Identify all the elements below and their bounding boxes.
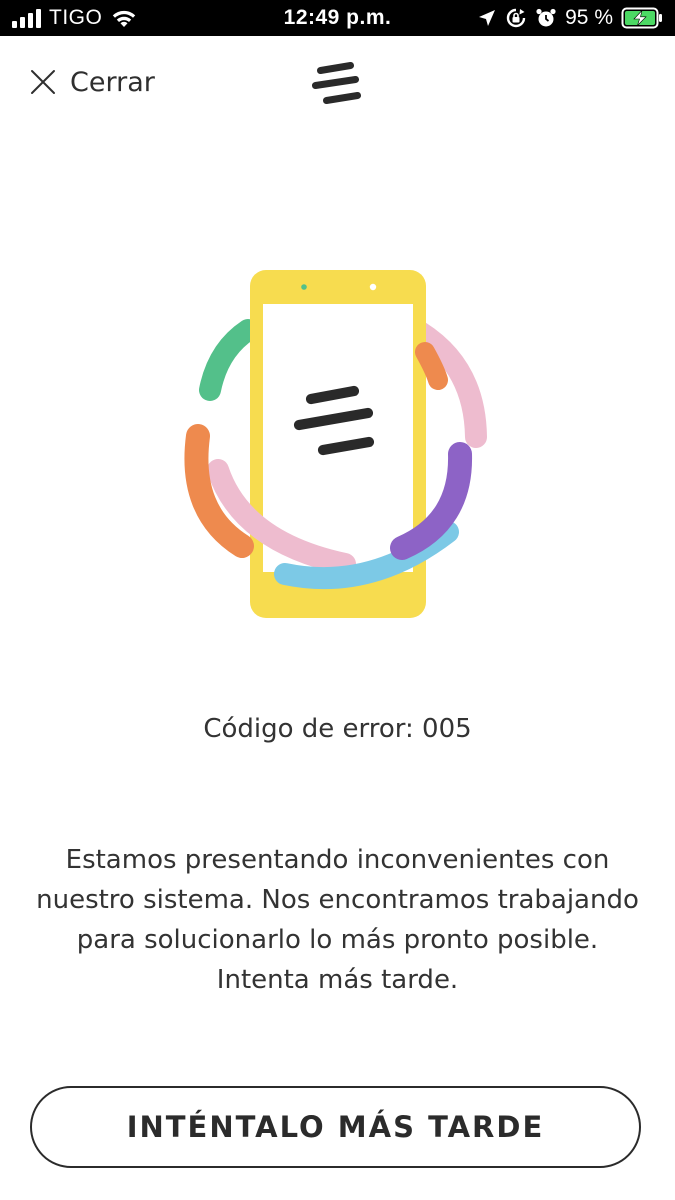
location-arrow-icon bbox=[479, 10, 496, 26]
header: Cerrar bbox=[0, 36, 675, 128]
message-line: Intenta más tarde. bbox=[216, 965, 459, 995]
brand-logo-icon bbox=[312, 61, 362, 105]
green-arc bbox=[199, 319, 259, 401]
phone-sensor bbox=[369, 283, 377, 291]
battery-charging-icon bbox=[621, 7, 662, 29]
phone-error-illustration bbox=[184, 270, 487, 618]
error-code: Código de error: 005 bbox=[203, 714, 472, 744]
retry-later-button[interactable]: INTÉNTALO MÁS TARDE bbox=[30, 1086, 641, 1168]
close-label: Cerrar bbox=[70, 66, 155, 98]
message-line: nuestro sistema. Nos encontramos trabaja… bbox=[36, 885, 639, 915]
message-line: para solucionarlo lo más pronto posible. bbox=[76, 925, 599, 955]
status-right: 95 % bbox=[477, 0, 663, 36]
close-button[interactable]: Cerrar bbox=[30, 62, 155, 102]
close-icon bbox=[31, 70, 55, 94]
phone-camera bbox=[301, 284, 307, 290]
rotation-lock-icon bbox=[506, 8, 526, 28]
battery-percent: 95 % bbox=[565, 6, 613, 29]
alarm-icon bbox=[536, 8, 556, 27]
error-message: Estamos presentando inconvenientes con n… bbox=[20, 840, 655, 1000]
retry-later-label: INTÉNTALO MÁS TARDE bbox=[126, 1110, 545, 1144]
message-line: Estamos presentando inconvenientes con bbox=[65, 845, 610, 875]
orange-arc-top bbox=[415, 342, 448, 390]
status-bar: TIGO 12:49 p.m. 95 % bbox=[0, 0, 675, 36]
